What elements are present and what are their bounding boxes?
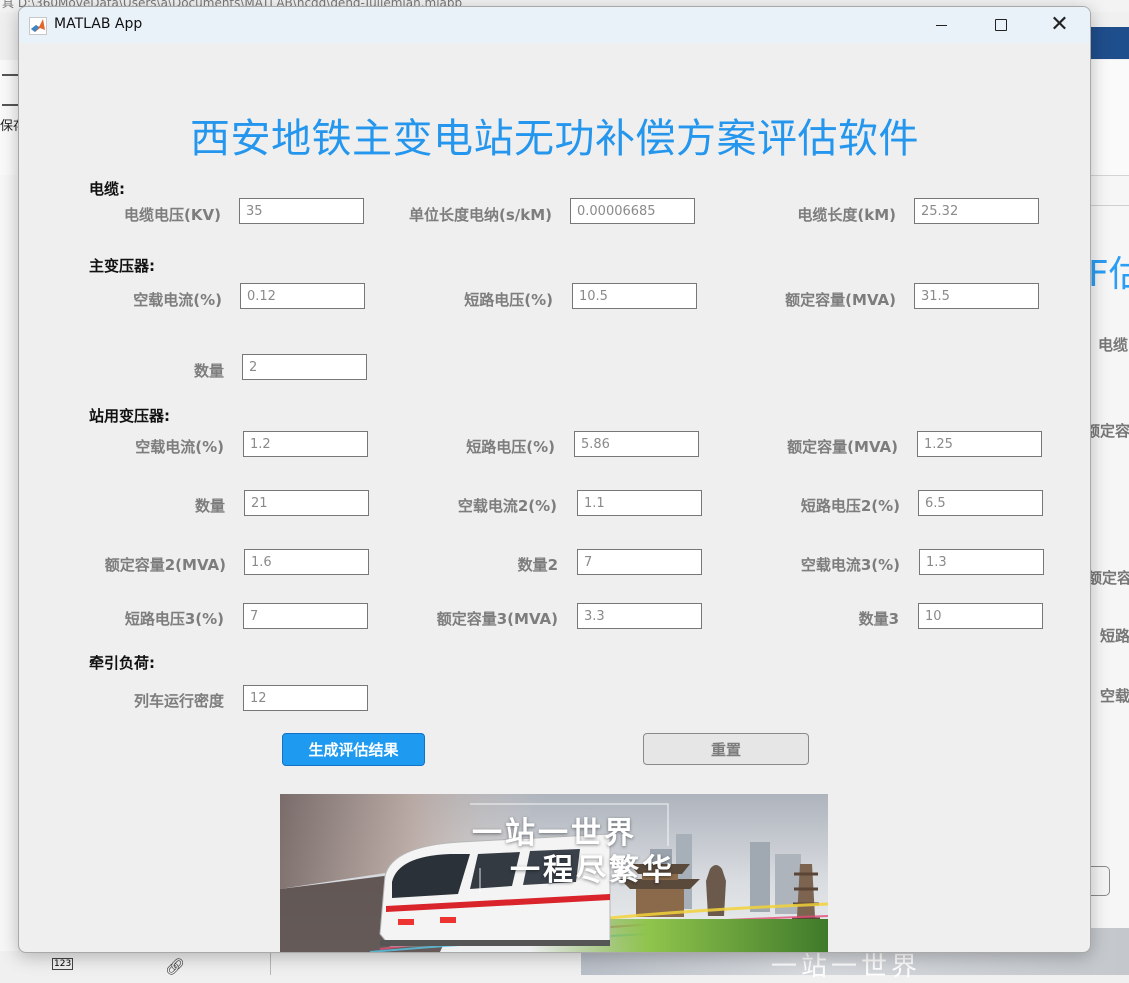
section-title-station-transformer: 站用变压器: <box>89 407 170 425</box>
matlab-logo-icon <box>29 17 47 35</box>
page-title: 西安地铁主变电站无功补偿方案评估软件 <box>190 116 919 162</box>
banner-slogan-line2: 一程尽繁华 <box>510 853 675 888</box>
maximize-button[interactable] <box>971 7 1030 43</box>
st-short-voltage2-label: 短路电压2(%) <box>800 497 900 515</box>
cable-length-label: 电缆长度(kM) <box>797 206 896 224</box>
background-label: 空载 <box>1100 687 1129 705</box>
background-right-divider <box>1085 205 1129 206</box>
st-short-voltage2-input[interactable] <box>918 490 1043 516</box>
mt-rated-capacity-input[interactable] <box>914 283 1039 309</box>
mt-rated-capacity-label: 额定容量(MVA) <box>785 291 896 309</box>
st-rated-capacity-input[interactable] <box>917 431 1042 457</box>
st-rated-capacity2-label: 额定容量2(MVA) <box>104 556 226 574</box>
st-short-voltage3-label: 短路电压3(%) <box>124 610 224 628</box>
mt-noload-current-label: 空载电流(%) <box>133 291 222 309</box>
st-count3-input[interactable] <box>918 603 1043 629</box>
metro-banner-image: 一站一世界 一程尽繁华 <box>280 794 828 952</box>
minimize-icon <box>936 24 947 26</box>
train-density-label: 列车运行密度 <box>133 692 224 710</box>
mt-count-input[interactable] <box>242 354 367 380</box>
st-noload-current3-label: 空载电流3(%) <box>800 556 900 574</box>
minimize-button[interactable] <box>912 7 971 43</box>
background-divider <box>270 951 271 975</box>
cable-length-input[interactable] <box>914 198 1039 224</box>
generate-results-button[interactable]: 生成评估结果 <box>282 733 425 766</box>
mt-count-label: 数量 <box>193 362 224 380</box>
mt-short-voltage-label: 短路电压(%) <box>464 291 553 309</box>
reset-button[interactable]: 重置 <box>643 733 809 765</box>
close-button[interactable]: ✕ <box>1030 7 1089 43</box>
st-noload-current-label: 空载电流(%) <box>135 438 224 456</box>
link-icon[interactable]: 🔗︎ <box>165 957 185 976</box>
st-noload-current2-label: 空载电流2(%) <box>457 497 557 515</box>
background-app-title-fragment: F估 <box>1088 254 1129 295</box>
window-titlebar[interactable]: MATLAB App ✕ <box>19 7 1090 43</box>
st-count-label: 数量 <box>194 497 225 515</box>
st-count3-label: 数量3 <box>858 610 899 628</box>
section-title-main-transformer: 主变压器: <box>89 257 155 275</box>
close-icon: ✕ <box>1050 12 1069 37</box>
grid-number-icon[interactable]: 123 <box>52 958 74 970</box>
section-title-traction-load: 牵引负荷: <box>89 654 155 672</box>
background-accent-bar <box>1085 27 1129 59</box>
st-count2-label: 数量2 <box>517 556 558 574</box>
st-short-voltage-label: 短路电压(%) <box>466 438 555 456</box>
background-label: 电缆 <box>1098 336 1129 354</box>
background-label: 额定容 <box>1087 569 1129 587</box>
window-title: MATLAB App <box>54 16 143 32</box>
st-rated-capacity3-label: 额定容量3(MVA) <box>436 610 558 628</box>
cable-voltage-label: 电缆电压(KV) <box>124 206 221 224</box>
matlab-app-window: MATLAB App ✕ 西安地铁主变电站无功补偿方案评估软件 电缆: 电缆电压… <box>18 6 1091 953</box>
background-label: 短路 <box>1100 627 1129 645</box>
st-noload-current3-input[interactable] <box>919 549 1044 575</box>
maximize-icon <box>994 19 1007 31</box>
background-left-panel <box>0 175 18 975</box>
train-density-input[interactable] <box>243 685 368 711</box>
section-title-cable: 电缆: <box>89 180 125 198</box>
unit-susceptance-label: 单位长度电纳(s/kM) <box>408 206 552 224</box>
st-rated-capacity-label: 额定容量(MVA) <box>787 438 898 456</box>
background-label: 额定容 <box>1085 422 1129 440</box>
